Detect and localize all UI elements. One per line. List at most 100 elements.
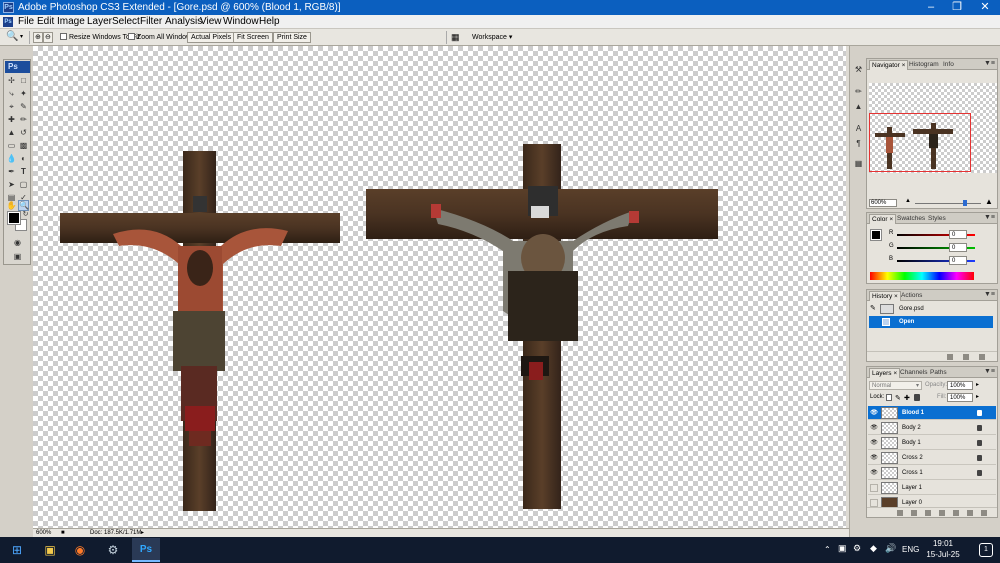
panel-menu-icon[interactable]: ▼≡ [984, 214, 995, 221]
document-canvas[interactable] [33, 46, 846, 528]
restore-button[interactable]: ❐ [943, 0, 971, 15]
tab-history[interactable]: History × [869, 291, 901, 301]
tab-swatches[interactable]: Swatches [895, 214, 927, 224]
clock-date[interactable]: 15-Jul-25 [923, 550, 963, 559]
tab-channels[interactable]: Channels [898, 368, 929, 378]
quick-select-tool-icon[interactable]: ✦ [18, 88, 29, 99]
layer-row-cross-1[interactable]: 👁 Cross 1 [868, 466, 996, 480]
swap-colors-icon[interactable]: ↻ [20, 209, 31, 220]
panel-menu-icon[interactable]: ▼≡ [984, 368, 995, 375]
hand-tool-icon[interactable]: ✋ [6, 200, 17, 211]
green-value[interactable]: 0 [949, 243, 967, 252]
print-size-button[interactable]: Print Size [273, 32, 311, 43]
fill-field[interactable]: 100% [947, 393, 973, 402]
eye-icon[interactable]: 👁 [870, 409, 878, 417]
layer-row-body-1[interactable]: 👁 Body 1 [868, 436, 996, 450]
zoom-all-windows-checkbox[interactable]: Zoom All Windows [128, 33, 195, 42]
network-icon[interactable]: ▣ [838, 543, 847, 554]
photoshop-taskbar-icon[interactable]: Ps [132, 538, 160, 562]
eye-icon[interactable]: 👁 [870, 469, 878, 477]
screen-mode-icon[interactable]: ▣ [12, 251, 23, 262]
eye-icon[interactable]: 👁 [870, 454, 878, 462]
clone-source-icon[interactable]: ▲ [853, 101, 864, 112]
minimize-button[interactable]: – [917, 0, 945, 15]
trash-icon[interactable] [981, 510, 987, 516]
tab-navigator[interactable]: Navigator × [869, 60, 909, 70]
notification-center-icon[interactable]: 1 [979, 543, 993, 557]
color-spectrum-bar[interactable] [870, 272, 974, 280]
type-tool-icon[interactable]: T [18, 166, 29, 177]
chevron-right-icon[interactable]: ▸ [976, 381, 979, 388]
panel-menu-icon[interactable]: ▼≡ [984, 291, 995, 298]
zoom-tool-icon[interactable]: 🔍 [6, 31, 18, 42]
red-value[interactable]: 0 [949, 230, 967, 239]
palette-well-icon[interactable]: ▦ [451, 32, 460, 43]
eye-icon[interactable]: 👁 [870, 439, 878, 447]
tab-paths[interactable]: Paths [928, 368, 949, 378]
brushes-icon[interactable]: ✏ [853, 86, 864, 97]
menu-edit[interactable]: Edit [35, 15, 56, 29]
paragraph-icon[interactable]: ¶ [853, 138, 864, 149]
steam-icon[interactable]: ⚙ [99, 538, 127, 562]
move-tool-icon[interactable]: ✢ [6, 75, 17, 86]
marquee-tool-icon[interactable]: □ [18, 75, 29, 86]
tab-info[interactable]: Info [941, 60, 956, 70]
layer-row-cross-2[interactable]: 👁 Cross 2 [868, 451, 996, 465]
eye-icon[interactable]: 👁 [870, 424, 878, 432]
tray-app-icon[interactable]: ⚙ [853, 543, 861, 554]
add-mask-icon[interactable] [925, 510, 931, 516]
zoom-in-small-icon[interactable]: ▲ [985, 197, 993, 206]
tab-styles[interactable]: Styles [926, 214, 948, 224]
tab-layers[interactable]: Layers × [869, 368, 901, 378]
pen-tool-icon[interactable]: ✒ [6, 166, 17, 177]
blur-tool-icon[interactable]: 💧 [6, 153, 17, 164]
menu-file[interactable]: File [16, 15, 36, 29]
foreground-color-swatch[interactable] [7, 211, 21, 225]
history-snapshot[interactable]: ✎ Gore.psd [869, 303, 993, 315]
volume-icon[interactable]: 🔊 [885, 543, 896, 554]
brush-tool-icon[interactable]: ✏ [18, 114, 29, 125]
character-icon[interactable]: A [853, 123, 864, 134]
lock-position-icon[interactable]: ✚ [904, 394, 910, 402]
actual-pixels-button[interactable]: Actual Pixels [187, 32, 236, 43]
crop-tool-icon[interactable]: ⌖ [6, 101, 17, 112]
zoom-out-button[interactable]: ⊖ [43, 32, 53, 43]
color-fg-swatch[interactable] [870, 229, 882, 241]
gradient-tool-icon[interactable]: ▩ [18, 140, 29, 151]
lock-pixels-icon[interactable]: ✎ [895, 394, 901, 402]
chevron-down-icon[interactable]: ▾ [20, 33, 23, 40]
adjustment-layer-icon[interactable] [939, 510, 945, 516]
navigator-zoom-field[interactable]: 600% [869, 199, 897, 207]
tools-preset-icon[interactable]: ⚒ [853, 64, 864, 75]
workspace-menu[interactable]: Workspace ▾ [472, 33, 512, 41]
tab-color[interactable]: Color × [869, 214, 897, 224]
navigator-thumbnail[interactable] [869, 83, 997, 173]
tab-histogram[interactable]: Histogram [907, 60, 941, 70]
layer-comps-icon[interactable]: ▦ [853, 158, 864, 169]
menu-window[interactable]: Window [221, 15, 261, 29]
menu-image[interactable]: Image [55, 15, 87, 29]
slider-thumb[interactable] [963, 200, 967, 206]
healing-tool-icon[interactable]: ✚ [6, 114, 17, 125]
lock-all-icon[interactable] [914, 394, 920, 401]
lasso-tool-icon[interactable]: ⤷ [6, 88, 17, 99]
path-select-tool-icon[interactable]: ➤ [6, 179, 17, 190]
slice-tool-icon[interactable]: ✎ [18, 101, 29, 112]
new-group-icon[interactable] [953, 510, 959, 516]
file-explorer-icon[interactable]: ▣ [36, 538, 64, 562]
shape-tool-icon[interactable]: ▢ [18, 179, 29, 190]
menu-view[interactable]: View [198, 15, 224, 29]
layer-row-body-2[interactable]: 👁 Body 2 [868, 421, 996, 435]
lock-transparency-icon[interactable] [886, 394, 892, 401]
opacity-field[interactable]: 100% [947, 381, 973, 390]
document-icon[interactable]: Ps [3, 17, 13, 27]
history-brush-tool-icon[interactable]: ↺ [18, 127, 29, 138]
visibility-off-box[interactable] [870, 484, 878, 492]
menu-filter[interactable]: Filter [138, 15, 164, 29]
zoom-in-button[interactable]: ⊕ [33, 32, 43, 43]
navigator-zoom-slider[interactable] [915, 203, 981, 204]
eraser-tool-icon[interactable]: ▭ [6, 140, 17, 151]
close-button[interactable]: ✕ [971, 0, 999, 15]
zoom-out-small-icon[interactable]: ▲ [905, 198, 911, 204]
tab-actions[interactable]: Actions [899, 291, 924, 301]
